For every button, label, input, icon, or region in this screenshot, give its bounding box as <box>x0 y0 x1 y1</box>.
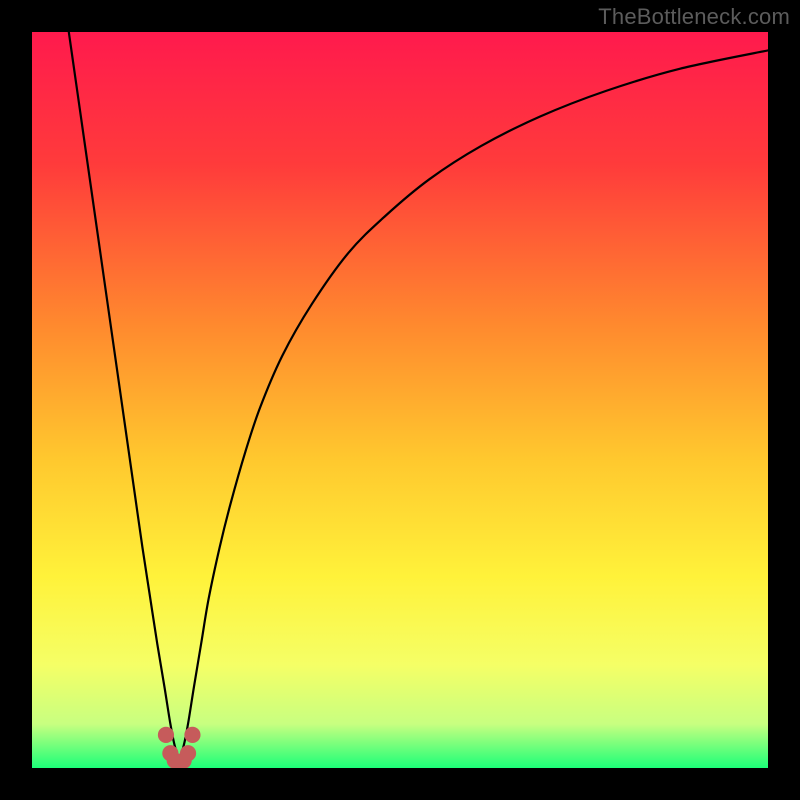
chart-frame: TheBottleneck.com <box>0 0 800 800</box>
gradient-background <box>32 32 768 768</box>
chart-svg <box>32 32 768 768</box>
plot-area <box>32 32 768 768</box>
watermark-text: TheBottleneck.com <box>598 4 790 30</box>
